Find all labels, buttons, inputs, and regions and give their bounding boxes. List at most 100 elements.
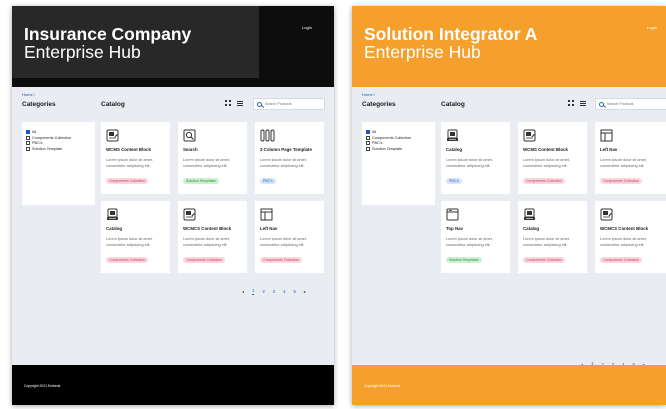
search-box (595, 98, 666, 110)
category-label: PBC's (372, 141, 383, 146)
card-description: Lorem ipsum dolor sit amet, consectetur … (260, 158, 307, 168)
category-label: Components Collection (32, 135, 72, 140)
product-card[interactable]: Catalog Lorem ipsum dolor sit amet, cons… (518, 201, 587, 273)
catalog-heading: Catalog (441, 101, 465, 108)
grid-view-icon[interactable] (225, 100, 231, 106)
card-badge: Components Collection (523, 257, 566, 263)
product-card[interactable]: WCMS Content Block Lorem ipsum dolor sit… (101, 122, 170, 194)
search-icon[interactable] (257, 101, 262, 107)
checkbox[interactable] (366, 135, 370, 140)
catalog-icon (106, 207, 165, 221)
category-label: Solution Template (32, 147, 63, 152)
login-link[interactable]: Login (647, 25, 657, 30)
catalog-icon (446, 128, 505, 142)
category-label: Solution Template (372, 147, 403, 152)
card-description: Lorem ipsum dolor sit amet, consectetur … (106, 158, 153, 168)
card-title: 3 Column Page Template (260, 147, 312, 152)
card-badge: Components Collection (600, 257, 643, 263)
breadcrumb[interactable]: Home / (22, 92, 35, 97)
page-link-2[interactable]: 2 (262, 289, 264, 294)
card-badge: Components Collection (523, 178, 566, 184)
product-card[interactable]: Top Nav Lorem ipsum dolor sit amet, cons… (441, 201, 510, 273)
checkbox-checked[interactable] (26, 129, 30, 134)
brand: Insurance Company Enterprise Hub (24, 25, 191, 62)
checkbox[interactable] (26, 147, 30, 152)
categories-heading: Categories (22, 101, 56, 108)
card-title: Left Nav (260, 226, 278, 231)
card-badge: Components Collection (260, 257, 303, 263)
checkbox[interactable] (366, 141, 370, 146)
search-box (253, 98, 325, 110)
category-label: PBC's (32, 141, 43, 146)
card-badge: Solution Templates (183, 178, 219, 184)
card-description: Lorem ipsum dolor sit amet, consectetur … (523, 237, 570, 247)
list-view-icon[interactable] (237, 100, 243, 106)
checkbox[interactable] (26, 141, 30, 146)
product-card[interactable]: Left Nav Lorem ipsum dolor sit amet, con… (255, 201, 324, 273)
site-header: Insurance Company Enterprise Hub Login (12, 6, 334, 87)
page-link-4[interactable]: 4 (283, 289, 285, 294)
copyright: Copyright 2021 Embeds (24, 384, 61, 388)
checkbox[interactable] (366, 147, 370, 152)
card-title: WCMS Content Block (106, 147, 151, 152)
grid-view-icon[interactable] (568, 100, 574, 106)
checkbox[interactable] (26, 135, 30, 140)
card-description: Lorem ipsum dolor sit amet, consectetur … (523, 158, 570, 168)
content-block-icon (106, 128, 165, 142)
breadcrumb[interactable]: Home / (362, 92, 375, 97)
product-card[interactable]: Catalog Lorem ipsum dolor sit amet, cons… (441, 122, 510, 194)
categories-heading: Categories (362, 101, 396, 108)
product-card[interactable]: Left Nav Lorem ipsum dolor sit amet, con… (595, 122, 666, 194)
card-description: Lorem ipsum dolor sit amet, consectetur … (106, 237, 153, 247)
card-title: Catalog (106, 226, 123, 231)
site-footer: Copyright 2021 Embeds (12, 365, 334, 405)
site-footer: Copyright 2021 Embeds (352, 365, 666, 405)
card-description: Lorem ipsum dolor sit amet, consectetur … (260, 237, 307, 247)
card-badge: Components Collection (106, 257, 149, 263)
portal-screen-insurance: Insurance Company Enterprise Hub Login H… (12, 6, 334, 405)
card-badge: PBC's (446, 178, 462, 184)
card-title: WCMS Content Block (523, 147, 568, 152)
categories-panel: All Components Collection PBC's Solution… (22, 122, 95, 205)
card-description: Lorem ipsum dolor sit amet, consectetur … (446, 237, 493, 247)
catalog-heading: Catalog (101, 101, 125, 108)
brand: Solution Integrator A Enterprise Hub (364, 25, 537, 62)
product-card[interactable]: WCMCS Content Block Lorem ipsum dolor si… (178, 201, 247, 273)
pagination: ◂ 1 2 3 4 5 ▸ (242, 288, 306, 295)
top-nav-icon (446, 207, 505, 221)
portal-screen-solution-integrator: Solution Integrator A Enterprise Hub Log… (352, 6, 666, 405)
login-link[interactable]: Login (302, 25, 312, 30)
page-link-5[interactable]: 5 (293, 289, 295, 294)
checkbox-checked[interactable] (366, 129, 370, 134)
copyright: Copyright 2021 Embeds (364, 384, 401, 388)
category-label: All (32, 129, 37, 134)
card-title: Left Nav (600, 147, 618, 152)
product-card[interactable]: WCMS Content Block Lorem ipsum dolor sit… (518, 122, 587, 194)
product-card[interactable]: 3 Column Page Template Lorem ipsum dolor… (255, 122, 324, 194)
card-title: Catalog (523, 226, 540, 231)
category-solution-template[interactable]: Solution Template (366, 146, 431, 152)
page-link-3[interactable]: 3 (273, 289, 275, 294)
search-input[interactable] (264, 102, 324, 106)
product-card[interactable]: WCMCS Content Block Lorem ipsum dolor si… (595, 201, 666, 273)
page-link-1[interactable]: 1 (252, 288, 255, 295)
search-input[interactable] (607, 102, 666, 106)
category-solution-template[interactable]: Solution Template (26, 146, 91, 152)
card-title: WCMCS Content Block (183, 226, 232, 231)
card-description: Lorem ipsum dolor sit amet, consectetur … (600, 237, 647, 247)
search-page-icon (183, 128, 242, 142)
card-description: Lorem ipsum dolor sit amet, consectetur … (183, 158, 230, 168)
view-toggle (225, 100, 243, 106)
left-nav-icon (260, 207, 319, 221)
product-card[interactable]: Search Lorem ipsum dolor sit amet, conse… (178, 122, 247, 194)
list-view-icon[interactable] (580, 100, 586, 106)
categories-panel: All Components Collection PBC's Solution… (362, 122, 435, 205)
product-card[interactable]: Catalog Lorem ipsum dolor sit amet, cons… (101, 201, 170, 273)
card-title: WCMCS Content Block (600, 226, 649, 231)
prev-page-icon[interactable]: ◂ (242, 289, 244, 294)
search-icon[interactable] (599, 101, 604, 107)
card-description: Lorem ipsum dolor sit amet, consectetur … (183, 237, 230, 247)
catalog-icon (523, 207, 582, 221)
view-toggle (568, 100, 586, 106)
next-page-icon[interactable]: ▸ (304, 289, 306, 294)
